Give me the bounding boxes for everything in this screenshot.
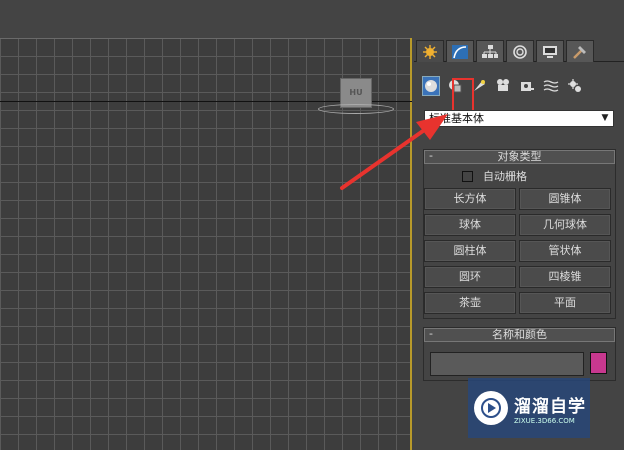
cameras-icon xyxy=(497,79,509,91)
object-color-swatch[interactable] xyxy=(590,352,607,374)
cylinder-button[interactable]: 圆柱体 xyxy=(424,240,516,262)
tube-button[interactable]: 管状体 xyxy=(519,240,611,262)
name-color-rollout: - 名称和颜色 xyxy=(423,327,616,381)
create-star-icon xyxy=(423,44,437,59)
tab-motion[interactable] xyxy=(506,40,534,62)
watermark-subtitle: ZIXUE.3D66.COM xyxy=(514,416,575,425)
watermark-title: 溜溜自学 xyxy=(514,396,586,417)
hierarchy-icon xyxy=(482,44,498,58)
chevron-down-icon[interactable]: ▼ xyxy=(599,113,611,124)
primitive-button-grid: 长方体 圆锥体 球体 几何球体 圆柱体 管状体 圆环 四棱锥 茶壶 平面 xyxy=(424,188,615,314)
torus-button[interactable]: 圆环 xyxy=(424,266,516,288)
systems-gears-icon xyxy=(568,79,581,92)
viewport-top-strip xyxy=(0,0,412,38)
pyramid-button[interactable]: 四棱锥 xyxy=(519,266,611,288)
name-color-title: 名称和颜色 xyxy=(492,328,547,341)
sphere-button[interactable]: 球体 xyxy=(424,214,516,236)
autogrid-row: 自动栅格 xyxy=(462,168,527,184)
tab-create[interactable] xyxy=(416,40,444,62)
tab-modify[interactable] xyxy=(446,40,474,62)
tab-utilities[interactable] xyxy=(566,40,594,62)
spacewarps-button[interactable] xyxy=(542,76,560,96)
modify-curve-icon xyxy=(452,44,468,59)
command-panel-tabs xyxy=(414,38,624,62)
plane-button[interactable]: 平面 xyxy=(519,292,611,314)
spacewarps-wave-icon xyxy=(543,80,559,92)
cameras-button[interactable] xyxy=(494,76,512,96)
object-type-title: 对象类型 xyxy=(497,150,542,163)
tab-display[interactable] xyxy=(536,40,564,62)
teapot-button[interactable]: 茶壶 xyxy=(424,292,516,314)
autogrid-label: 自动栅格 xyxy=(483,170,527,183)
geometry-button[interactable] xyxy=(422,76,440,96)
watermark: 溜溜自学 ZIXUE.3D66.COM xyxy=(468,378,590,438)
cone-button[interactable]: 圆锥体 xyxy=(519,188,611,210)
tab-hierarchy[interactable] xyxy=(476,40,504,62)
viewport-border xyxy=(0,38,412,39)
annotation-arrow-icon xyxy=(340,114,448,190)
helpers-tape-icon xyxy=(521,82,534,91)
display-monitor-icon xyxy=(543,45,557,58)
perspective-viewport[interactable]: HU xyxy=(0,0,412,450)
geometry-sphere-icon xyxy=(425,80,437,92)
watermark-play-logo-icon xyxy=(474,391,508,425)
utilities-hammer-icon xyxy=(573,45,586,59)
name-color-rollout-header[interactable]: - 名称和颜色 xyxy=(424,328,615,342)
viewcube-label: HU xyxy=(349,88,363,97)
autogrid-checkbox[interactable] xyxy=(462,170,473,182)
geosphere-button[interactable]: 几何球体 xyxy=(519,214,611,236)
watermark-text: 溜溜自学 ZIXUE.3D66.COM xyxy=(514,392,586,425)
collapse-minus-icon[interactable]: - xyxy=(429,328,433,340)
helpers-button[interactable] xyxy=(518,76,536,96)
motion-icon xyxy=(513,44,527,59)
object-name-input[interactable] xyxy=(430,352,584,376)
systems-button[interactable] xyxy=(566,76,584,96)
category-icon-row xyxy=(422,76,584,98)
